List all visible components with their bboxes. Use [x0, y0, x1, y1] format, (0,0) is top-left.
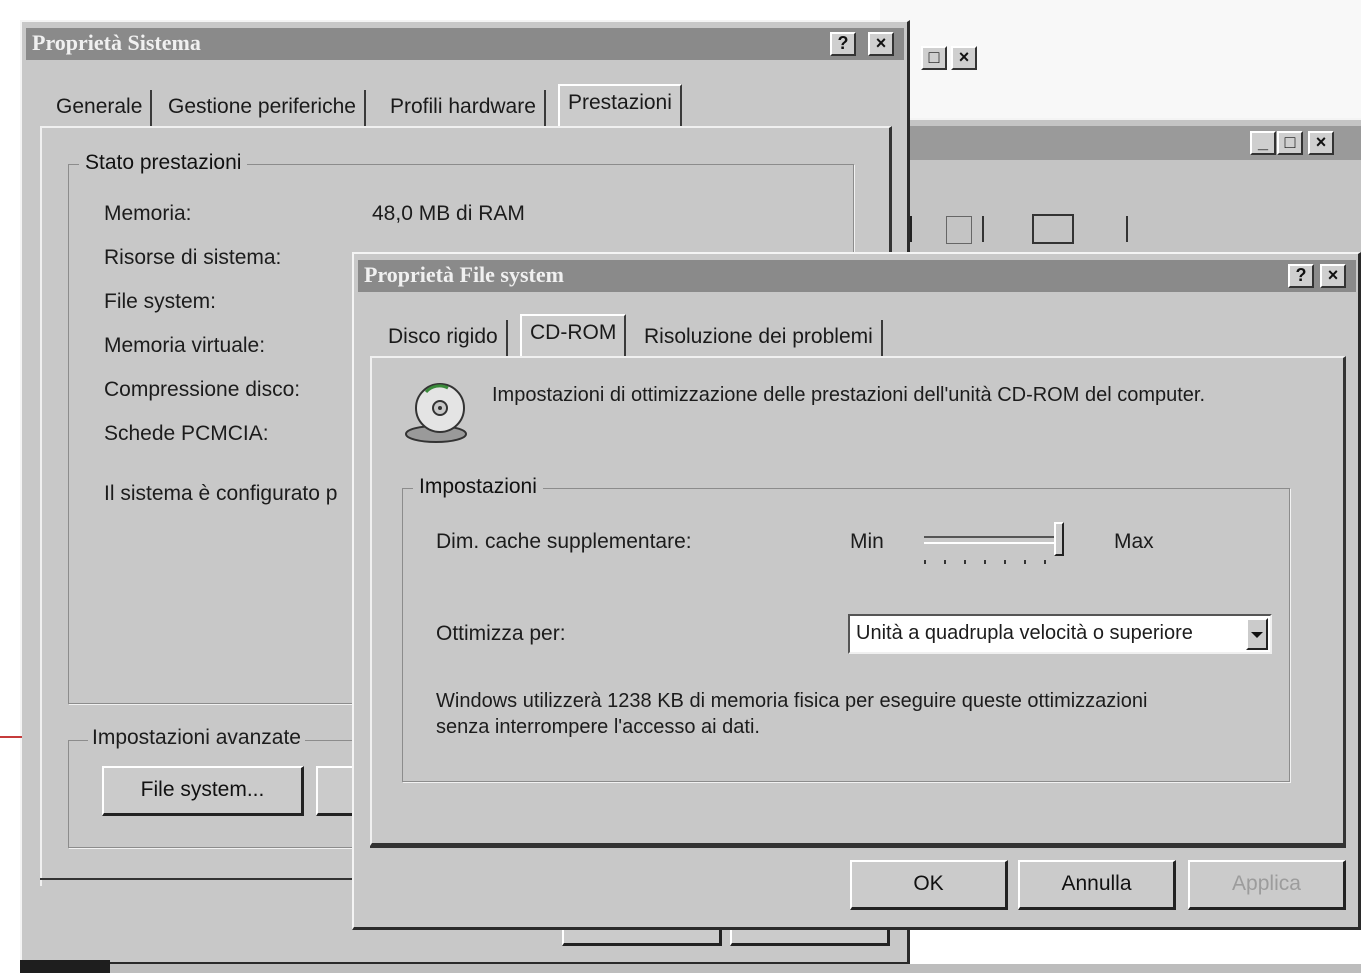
slider-track	[924, 536, 1064, 544]
close-button[interactable]: ×	[868, 32, 894, 56]
bg-window-buttons: □ ×	[915, 46, 995, 78]
slider-ticks	[924, 560, 1064, 564]
explorer-toolbar	[900, 210, 1361, 250]
cache-size-label: Dim. cache supplementare:	[436, 530, 692, 553]
taskbar-edge-right	[110, 964, 1361, 973]
dialog-separator	[370, 846, 1346, 848]
tab-generale[interactable]: Generale	[48, 90, 153, 126]
tab-gestione-periferiche[interactable]: Gestione periferiche	[160, 90, 366, 126]
system-resources-label: Risorse di sistema:	[104, 246, 282, 269]
cache-size-slider[interactable]	[920, 522, 1070, 568]
disk-compression-label: Compressione disco:	[104, 378, 301, 401]
system-status-text: Il sistema è configurato p	[104, 482, 338, 505]
file-system-properties-window: Proprietà File system ? × Disco rigido C…	[352, 252, 1361, 930]
details-icon[interactable]	[1086, 216, 1128, 242]
tab-risoluzione-problemi[interactable]: Risoluzione dei problemi	[636, 320, 883, 356]
pcmcia-label: Schede PCMCIA:	[104, 422, 269, 445]
maximize-button[interactable]: □	[921, 46, 947, 70]
taskbar-edge	[20, 960, 110, 973]
file-system-button[interactable]: File system...	[102, 766, 304, 816]
accent-line	[0, 736, 22, 738]
optimize-for-value: Unità a quadrupla velocità o superiore	[856, 622, 1193, 644]
help-button[interactable]: ?	[1288, 264, 1314, 288]
small-icons-icon[interactable]	[982, 216, 1026, 242]
maximize-button[interactable]: □	[1277, 131, 1303, 155]
window-title: Proprietà File system	[364, 262, 564, 287]
slider-thumb[interactable]	[1054, 522, 1064, 556]
cd-rom-description: Impostazioni di ottimizzazione delle pre…	[492, 384, 1206, 406]
close-button[interactable]: ×	[1320, 264, 1346, 288]
advanced-settings-title: Impostazioni avanzate	[88, 726, 305, 750]
chevron-down-icon	[1251, 632, 1263, 638]
window-title: Proprietà Sistema	[32, 30, 201, 55]
list-icon[interactable]	[1032, 214, 1074, 244]
minimize-button[interactable]: _	[1250, 131, 1276, 155]
cd-rom-icon	[402, 378, 472, 448]
optimize-for-label: Ottimizza per:	[436, 622, 566, 645]
ok-button[interactable]: OK	[850, 860, 1008, 910]
tab-cd-rom[interactable]: CD-ROM	[520, 314, 627, 356]
tab-prestazioni[interactable]: Prestazioni	[558, 84, 682, 126]
virtual-memory-label: Memoria virtuale:	[104, 334, 266, 357]
large-icons-icon[interactable]	[946, 216, 972, 244]
file-system-titlebar: Proprietà File system	[358, 260, 1356, 292]
dropdown-arrow-button[interactable]	[1246, 618, 1268, 650]
tab-profili-hardware[interactable]: Profili hardware	[382, 90, 546, 126]
close-button[interactable]: ×	[951, 46, 977, 70]
group-title: Stato prestazioni	[79, 151, 248, 175]
slider-max-label: Max	[1114, 530, 1154, 553]
file-system-label: File system:	[104, 290, 217, 313]
info-text-line-1: Windows utilizzerà 1238 KB di memoria fi…	[436, 690, 1148, 712]
info-text-line-2: senza interrompere l'accesso ai dati.	[436, 716, 760, 738]
system-properties-titlebar: Proprietà Sistema	[26, 28, 904, 60]
settings-group-title: Impostazioni	[413, 475, 543, 499]
apply-button[interactable]: Applica	[1188, 860, 1346, 910]
close-button[interactable]: ×	[1308, 131, 1334, 155]
memory-label: Memoria:	[104, 202, 192, 225]
optimize-for-dropdown[interactable]: Unità a quadrupla velocità o superiore	[848, 614, 1272, 654]
slider-min-label: Min	[850, 530, 884, 553]
help-button[interactable]: ?	[830, 32, 856, 56]
tab-disco-rigido[interactable]: Disco rigido	[380, 320, 508, 356]
memory-value: 48,0 MB di RAM	[372, 202, 525, 225]
cancel-button[interactable]: Annulla	[1018, 860, 1176, 910]
